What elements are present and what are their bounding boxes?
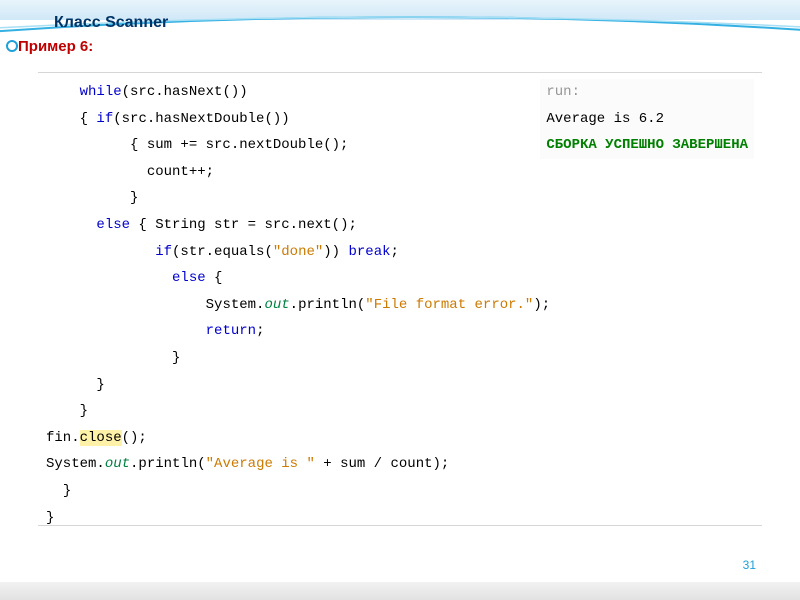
bottom-shadow [0,582,800,600]
output-line-1: Average is 6.2 [546,106,748,133]
run-label: run: [546,79,748,106]
example-label: Пример 6: [18,38,93,55]
code-block: while(src.hasNext()) { if(src.hasNextDou… [38,72,762,526]
output-panel: run: Average is 6.2 СБОРКА УСПЕШНО ЗАВЕР… [540,79,754,159]
bullet-icon [6,40,18,52]
slide-title: Класс Scanner [54,14,168,32]
page-number: 31 [743,558,756,572]
build-success: СБОРКА УСПЕШНО ЗАВЕРШЕНА [546,132,748,159]
